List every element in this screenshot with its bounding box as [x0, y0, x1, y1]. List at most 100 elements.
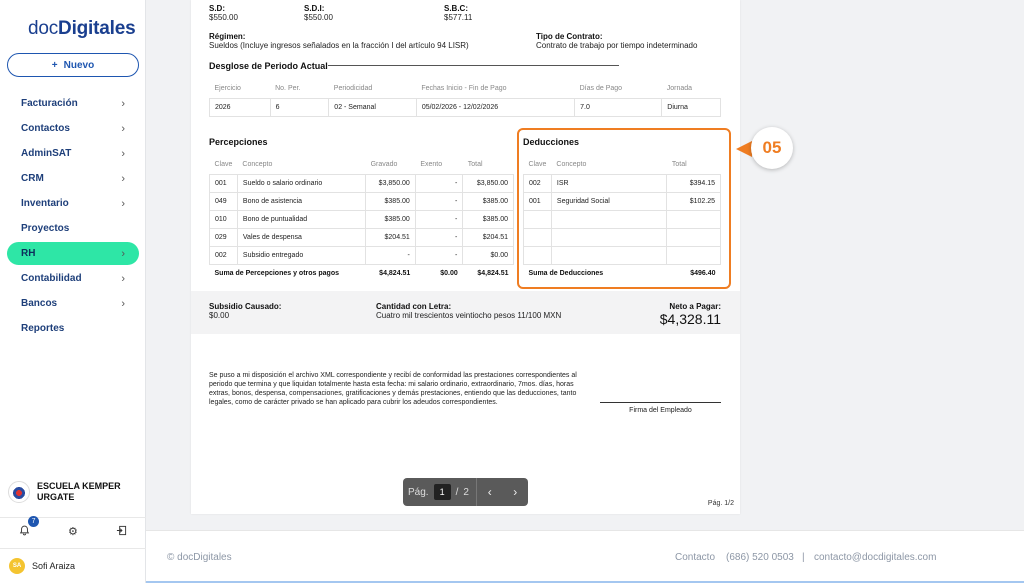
organization-switcher[interactable]: ESCUELA KEMPER URGATE [8, 481, 140, 503]
sidebar-item-label: Facturación [21, 98, 78, 109]
perceptions-title: Percepciones [209, 137, 268, 147]
sidebar-item-label: AdminSAT [21, 148, 72, 159]
pager-separator: / [455, 486, 459, 498]
table-cell: $385.00 [462, 191, 514, 211]
column-header: Días de Pago [579, 85, 623, 93]
chevron-right-icon: › [121, 147, 125, 160]
page-indicator: Pág. 1/2 [707, 500, 734, 507]
next-page-icon[interactable]: › [513, 485, 517, 499]
column-header: Periodicidad [333, 85, 373, 93]
table-cell: - [414, 173, 464, 193]
sdi-label: S.D.I: [304, 4, 325, 13]
sbc-value: $577.11 [444, 13, 473, 22]
current-page-input[interactable]: 1 [433, 484, 451, 500]
signature-line [600, 402, 721, 403]
copyright: © docDigitales [167, 552, 232, 563]
chevron-right-icon: › [121, 297, 125, 310]
table-cell: Subsidio entregado [236, 245, 367, 265]
chevron-right-icon: › [121, 172, 125, 185]
previous-page-icon[interactable]: ‹ [488, 485, 492, 499]
footer-separator: | [802, 552, 805, 563]
app-logo[interactable]: docDigitales [28, 18, 136, 40]
table-header-row: Clave Concepto Gravado Exento Total [210, 156, 514, 174]
column-header: Ejercicio [214, 85, 241, 93]
plus-icon: + [51, 59, 58, 71]
table-cell: $385.00 [365, 191, 416, 211]
contact-email[interactable]: contacto@docdigitales.com [814, 552, 936, 563]
user-profile[interactable]: SA Sofi Araiza [0, 548, 146, 582]
sidebar-item-proyectos[interactable]: Proyectos [7, 217, 139, 240]
sidebar-item-adminsat[interactable]: AdminSAT › [7, 142, 139, 165]
table-cell: $385.00 [365, 209, 416, 229]
user-name: Sofi Araiza [32, 560, 76, 571]
logout-icon[interactable] [116, 525, 127, 539]
payroll-receipt-preview: S.D: $550.00 S.D.I: $550.00 S.B.C: $577.… [191, 0, 740, 514]
table-cell: $204.51 [462, 227, 514, 247]
table-cell: Sueldo o salario ordinario [236, 173, 367, 193]
title-divider [328, 65, 619, 66]
regimen-value: Sueldos (Incluye ingresos señalados en l… [209, 41, 469, 50]
sidebar-item-label: Contactos [21, 123, 70, 134]
chevron-right-icon: › [121, 272, 125, 285]
sidebar-item-label: Reportes [21, 323, 65, 334]
table-cell: - [414, 209, 464, 229]
perceptions-total-row: Suma de Percepciones y otros pagos $4,82… [214, 269, 509, 277]
net-pay-label: Neto a Pagar: [669, 302, 721, 311]
sidebar-nav: Facturación › Contactos › AdminSAT › CRM › Inven… [7, 92, 139, 342]
legal-disclaimer: Se puso a mi disposición el archivo XML … [209, 372, 577, 406]
period-table-header: Ejercicio No. Per. Periodicidad Fechas Inic… [210, 80, 721, 98]
table-cell: - [365, 245, 416, 265]
period-breakdown-title: Desglose de Periodo Actual [209, 61, 328, 71]
perceptions-table: Clave Concepto Gravado Exento Total 001 Sueldo… [209, 156, 514, 282]
table-cell: 2026 [209, 97, 271, 117]
sidebar-item-bancos[interactable]: Bancos › [7, 292, 139, 315]
notification-badge: 7 [28, 515, 40, 527]
table-cell: Bono de asistencia [236, 191, 367, 211]
new-button-label: Nuevo [63, 59, 95, 71]
net-pay-value: $4,328.11 [659, 311, 721, 327]
column-header: Concepto [242, 161, 273, 169]
column-header: Total [467, 161, 483, 169]
contact-label: Contacto [675, 552, 716, 563]
page-footer: © docDigitales Contacto (686) 520 0503 |… [146, 530, 1024, 583]
sidebar-item-reportes[interactable]: Reportes [7, 317, 139, 340]
gear-icon[interactable]: ⚙ [68, 525, 78, 538]
sidebar-item-label: RH [21, 248, 36, 259]
sidebar-item-contactos[interactable]: Contactos › [7, 117, 139, 140]
sidebar-item-contabilidad[interactable]: Contabilidad › [7, 267, 139, 290]
step-callout-badge: 05 [751, 127, 793, 169]
table-cell: Diurna [661, 97, 721, 117]
table-row: 010 Bono de puntualidad $385.00- $385.00 [209, 209, 514, 229]
table-cell: $0.00 [462, 245, 514, 265]
total-pages: 2 [463, 486, 469, 498]
subsidy-label: Subsidio Causado: [209, 302, 282, 311]
sdi-value: $550.00 [304, 13, 333, 22]
sd-label: S.D: [209, 4, 225, 13]
bell-icon[interactable]: 7 [19, 515, 40, 539]
contact-phone[interactable]: (686) 520 0503 [726, 552, 794, 563]
table-row: 002 Subsidio entregado - - $0.00 [209, 245, 514, 265]
subsidy-value: $0.00 [209, 311, 230, 320]
sidebar-item-facturaci-n[interactable]: Facturación › [7, 92, 139, 115]
sidebar-item-crm[interactable]: CRM › [7, 167, 139, 190]
amount-in-words-value: Cuatro mil trescientos veintiocho pesos … [376, 311, 562, 320]
callout-pointer [736, 141, 752, 157]
table-cell: 7.0 [574, 97, 663, 117]
organization-logo [8, 481, 30, 503]
table-cell: 049 [209, 191, 238, 211]
sidebar-item-label: Proyectos [21, 223, 70, 234]
organization-name: ESCUELA KEMPER URGATE [37, 481, 121, 502]
chevron-right-icon: › [121, 122, 125, 135]
pager-label: Pág. [408, 486, 429, 498]
new-button[interactable]: + Nuevo [7, 53, 139, 77]
sidebar-item-rh[interactable]: RH › [7, 242, 139, 265]
column-header: Exento [420, 161, 443, 169]
table-row: 029 Vales de despensa $204.51- $204.51 [209, 227, 514, 247]
table-cell: $3,850.00 [462, 173, 514, 193]
table-cell: - [414, 227, 464, 247]
sidebar-item-inventario[interactable]: Inventario › [7, 192, 139, 215]
chevron-right-icon: › [121, 197, 125, 210]
table-row: 049 Bono de asistencia $385.00- $385.00 [209, 191, 514, 211]
table-cell: - [414, 245, 464, 265]
sidebar-item-label: Bancos [21, 298, 58, 309]
